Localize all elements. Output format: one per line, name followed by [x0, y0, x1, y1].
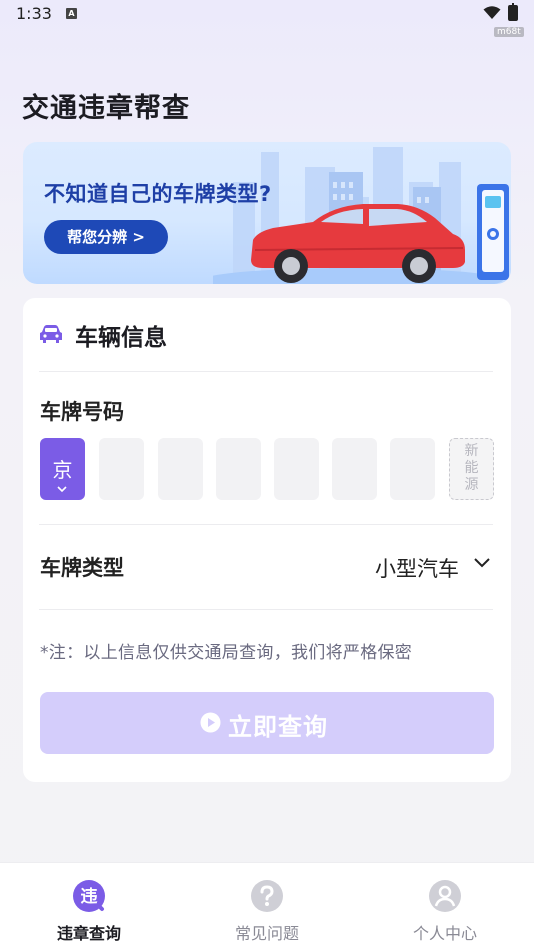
plate-char-box[interactable]: [332, 438, 377, 500]
nav-label: 个人中心: [412, 924, 477, 943]
new-energy-label-char: 能: [464, 460, 479, 476]
status-time: 1:33: [16, 4, 52, 23]
violation-query-icon: 违: [73, 880, 105, 912]
privacy-note: *注：以上信息仅供交通局查询，我们将严格保密: [40, 643, 413, 663]
plate-type-banner[interactable]: 不知道自己的车牌类型? 帮您分辨 >: [23, 142, 511, 284]
query-button[interactable]: 立即查询: [40, 692, 494, 754]
province-selector[interactable]: 京: [40, 438, 85, 500]
plate-char-box[interactable]: [390, 438, 435, 500]
nav-label: 常见问题: [234, 924, 299, 943]
new-energy-label-char: 新: [464, 443, 479, 459]
nav-item-profile[interactable]: 个人中心: [356, 863, 534, 950]
car-icon: [40, 325, 62, 343]
new-energy-label-char: 源: [464, 477, 479, 493]
violation-query-icon-text: 违: [81, 886, 98, 907]
nav-item-faq[interactable]: 常见问题: [178, 863, 356, 950]
new-energy-plate-box[interactable]: 新 能 源: [449, 438, 494, 500]
nav-item-violation-query[interactable]: 违 违章查询: [0, 863, 178, 950]
wifi-icon: [483, 6, 501, 19]
banner-headline: 不知道自己的车牌类型?: [44, 182, 272, 206]
plate-number-label: 车牌号码: [40, 400, 124, 424]
nav-label: 违章查询: [56, 924, 121, 943]
plate-type-label: 车牌类型: [40, 556, 124, 580]
plate-char-box[interactable]: [216, 438, 261, 500]
divider: [39, 609, 493, 610]
notification-icon: A: [66, 8, 77, 19]
query-button-label: 立即查询: [228, 713, 328, 741]
plate-char-box[interactable]: [158, 438, 203, 500]
chevron-down-icon[interactable]: [473, 557, 491, 569]
plate-char-box[interactable]: [99, 438, 144, 500]
user-icon: [429, 880, 461, 912]
vehicle-info-card: 车辆信息 车牌号码 京 新 能 源 车牌类型 小型汽车 *注：以上信息仅供交通局…: [23, 298, 511, 782]
divider: [39, 371, 493, 372]
battery-icon: [508, 3, 518, 21]
divider: [39, 524, 493, 525]
plate-char-box[interactable]: [274, 438, 319, 500]
card-title: 车辆信息: [75, 325, 167, 351]
bottom-nav: 违 违章查询 常见问题 个人中心: [0, 862, 534, 950]
province-value: 京: [52, 458, 73, 482]
page-title: 交通违章帮查: [22, 93, 190, 124]
plate-type-select[interactable]: 小型汽车: [375, 553, 459, 583]
identify-plate-type-button[interactable]: 帮您分辨 >: [44, 220, 168, 254]
chevron-down-icon: [57, 486, 67, 493]
status-bar: 1:33 A m68t: [0, 0, 534, 37]
car-city-illustration: [213, 147, 509, 284]
question-icon: [251, 880, 283, 912]
play-circle-icon: [200, 712, 221, 733]
watermark: m68t: [494, 27, 524, 37]
